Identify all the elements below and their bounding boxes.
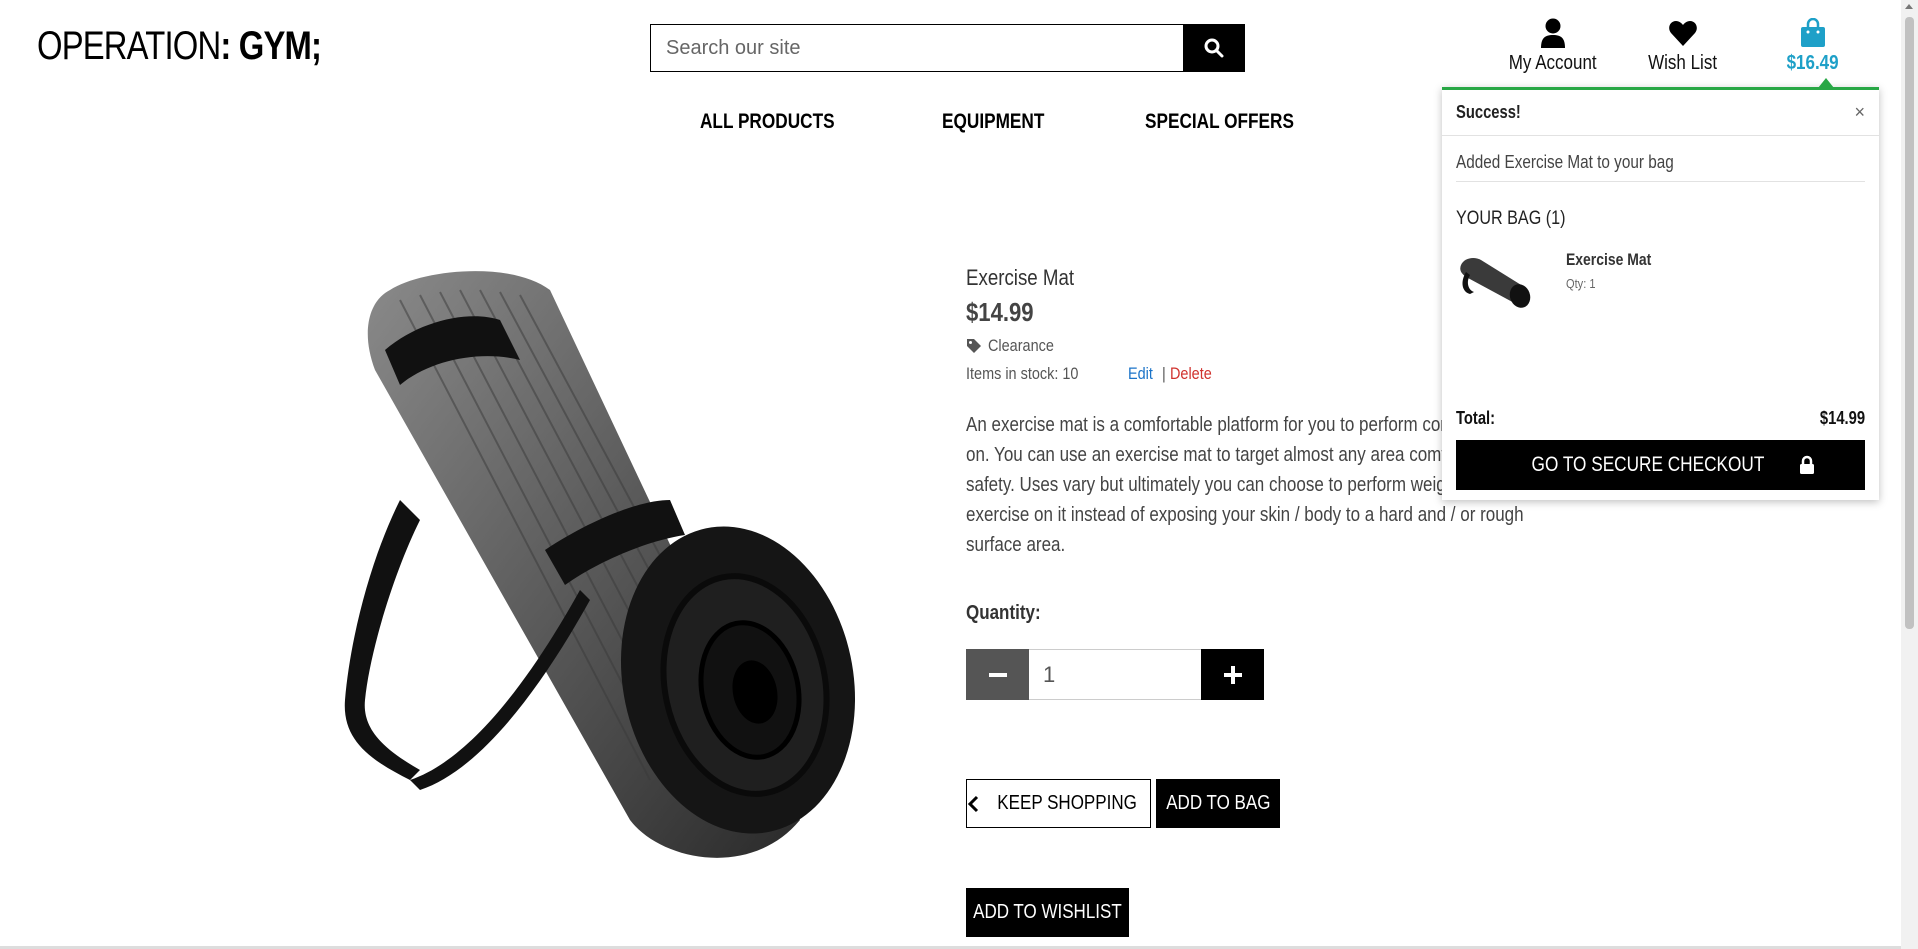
site-logo[interactable]: OPERATION: GYM;	[37, 24, 322, 69]
quantity-input[interactable]	[1029, 649, 1201, 700]
bag-item-thumbnail	[1460, 257, 1531, 308]
product-actions: KEEP SHOPPING ADD TO BAG	[966, 779, 1280, 828]
toast-arrow	[1818, 78, 1834, 88]
lock-icon	[1800, 455, 1815, 474]
search-input[interactable]	[651, 25, 1183, 71]
product-image	[330, 260, 930, 900]
success-toast: Success! × Added Exercise Mat to your ba…	[1442, 78, 1879, 500]
bag-total: $16.49	[1786, 52, 1839, 74]
wish-list-label: Wish List	[1648, 52, 1718, 74]
product-price: $14.99	[966, 297, 1034, 327]
minus-icon	[988, 672, 1007, 677]
tag-icon	[967, 339, 981, 353]
search-icon	[1204, 38, 1223, 58]
close-icon[interactable]: ×	[1854, 102, 1865, 123]
toast-header: Success! ×	[1442, 90, 1879, 136]
toast-title: Success!	[1456, 102, 1521, 122]
bag-count: YOUR BAG (1)	[1456, 208, 1865, 230]
delete-link[interactable]: Delete	[1170, 364, 1212, 384]
main-nav: ALL PRODUCTS EQUIPMENT SPECIAL OFFERS	[700, 110, 1327, 134]
keep-shopping-label: KEEP SHOPPING	[997, 792, 1138, 814]
toast-message-text: Added Exercise Mat to your bag	[1456, 152, 1674, 172]
bag-item-qty: Qty: 1	[1566, 276, 1596, 291]
logo-light-text: OPERATION	[37, 24, 221, 68]
nav-special-offers[interactable]: SPECIAL OFFERS	[1145, 110, 1294, 134]
bag-item: Exercise Mat Qty: 1	[1456, 250, 1865, 310]
scroll-up-arrow[interactable]	[1905, 4, 1913, 9]
category-label: Clearance	[988, 336, 1054, 355]
stock-text: Items in stock: 10	[966, 364, 1079, 383]
checkout-label: GO TO SECURE CHECKOUT	[1531, 453, 1764, 476]
page-scrollbar[interactable]	[1901, 0, 1918, 949]
keep-shopping-button[interactable]: KEEP SHOPPING	[966, 779, 1151, 828]
add-to-wishlist-button[interactable]: ADD TO WISHLIST	[966, 888, 1129, 937]
my-account-link[interactable]: My Account	[1488, 18, 1618, 75]
separator: |	[1161, 364, 1166, 383]
shopping-bag-icon	[1801, 18, 1825, 47]
bag-count-text: YOUR BAG (1)	[1456, 208, 1566, 229]
header-icons: My Account Wish List $16.49	[1488, 18, 1878, 75]
scrollbar-thumb[interactable]	[1905, 17, 1914, 629]
decrement-button[interactable]	[966, 649, 1029, 700]
search-button[interactable]	[1183, 25, 1244, 71]
bag-total-row: Total: $14.99	[1456, 408, 1865, 429]
wish-list-link[interactable]: Wish List	[1618, 18, 1748, 75]
total-label: Total:	[1456, 408, 1496, 428]
secure-checkout-button[interactable]: GO TO SECURE CHECKOUT	[1456, 440, 1865, 490]
user-icon	[1541, 18, 1565, 48]
total-value: $14.99	[1819, 408, 1865, 428]
add-to-bag-button[interactable]: ADD TO BAG	[1156, 779, 1280, 828]
add-to-bag-label: ADD TO BAG	[1165, 792, 1271, 814]
nav-equipment[interactable]: EQUIPMENT	[942, 110, 1044, 134]
logo-bold-text: : GYM;	[220, 24, 322, 68]
quantity-label: Quantity:	[966, 602, 1041, 624]
plus-icon	[1223, 665, 1242, 684]
increment-button[interactable]	[1201, 649, 1264, 700]
my-account-label: My Account	[1509, 52, 1597, 74]
heart-icon	[1669, 21, 1697, 46]
chevron-left-icon	[968, 795, 979, 812]
add-to-wishlist-label: ADD TO WISHLIST	[973, 901, 1122, 923]
edit-link[interactable]: Edit	[1128, 364, 1153, 384]
quantity-stepper	[966, 649, 1264, 700]
search-form	[650, 24, 1245, 72]
shopping-bag-link[interactable]: $16.49	[1748, 18, 1878, 75]
product-name: Exercise Mat	[966, 265, 1075, 290]
bag-item-name: Exercise Mat	[1566, 250, 1652, 269]
nav-all-products[interactable]: ALL PRODUCTS	[700, 110, 835, 134]
toast-message: Added Exercise Mat to your bag	[1456, 136, 1865, 182]
